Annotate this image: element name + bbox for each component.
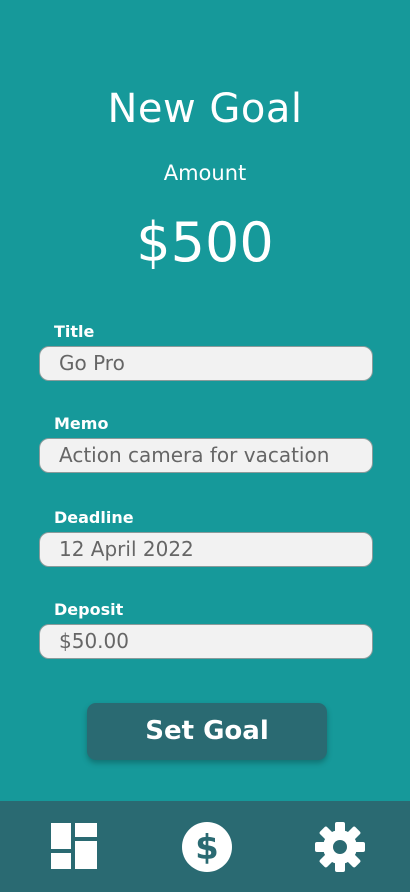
set-goal-button[interactable]: Set Goal <box>87 703 327 760</box>
dashboard-icon <box>51 823 97 869</box>
deadline-label: Deadline <box>54 508 134 527</box>
deposit-label: Deposit <box>54 600 124 619</box>
svg-text:$: $ <box>195 828 219 868</box>
tab-budget[interactable]: $ <box>181 821 233 873</box>
page-title: New Goal <box>107 86 303 132</box>
memo-label: Memo <box>54 414 109 433</box>
tab-dashboard[interactable] <box>49 821 101 873</box>
deadline-field[interactable]: 12 April 2022 <box>39 532 373 567</box>
title-label: Title <box>54 322 95 341</box>
bottom-tab-bar: $ <box>0 801 410 892</box>
dollar-icon: $ <box>182 822 232 872</box>
amount-label: Amount <box>163 161 247 185</box>
tab-settings[interactable] <box>314 821 366 873</box>
new-goal-screen: New Goal Amount $500 Title Go Pro Memo A… <box>0 0 410 892</box>
title-field[interactable]: Go Pro <box>39 346 373 381</box>
deposit-field[interactable]: $50.00 <box>39 624 373 659</box>
memo-field[interactable]: Action camera for vacation <box>39 438 373 473</box>
gear-icon <box>315 822 365 872</box>
amount-value[interactable]: $500 <box>0 210 410 276</box>
